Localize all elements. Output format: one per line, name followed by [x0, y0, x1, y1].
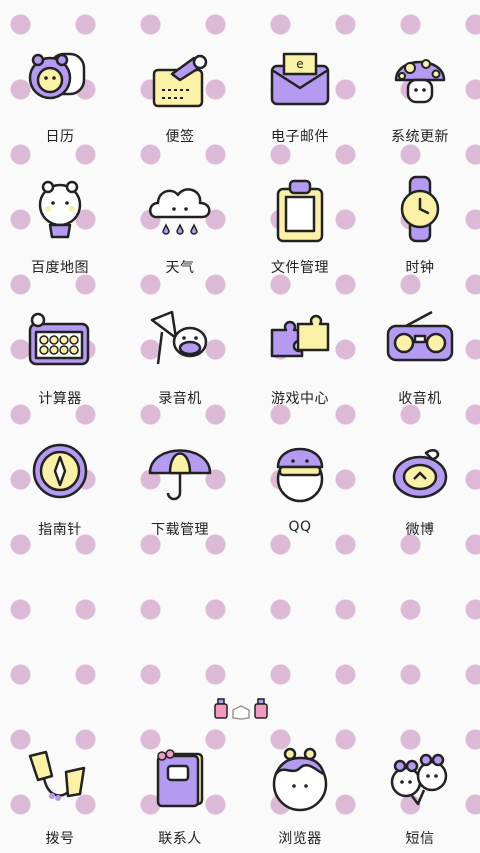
page-dot-icon	[254, 698, 268, 719]
app-baidu-map[interactable]: 百度地图	[0, 171, 120, 302]
app-label: 指南针	[38, 522, 82, 538]
app-label: 便签	[165, 129, 195, 145]
qq-penguin-icon	[262, 433, 338, 509]
app-label: 天气	[165, 260, 195, 276]
app-label: 时钟	[405, 260, 435, 276]
app-label: 短信	[405, 831, 435, 847]
abacus-calculator-icon	[22, 302, 98, 378]
app-label: 联系人	[158, 831, 202, 847]
app-compass[interactable]: 指南针	[0, 433, 120, 564]
app-calendar[interactable]: 日历	[0, 40, 120, 171]
mushroom-update-icon	[382, 40, 458, 116]
app-row: 计算器 录音机 游戏中心 收音机	[0, 302, 480, 433]
app-dialer[interactable]: 拨号	[0, 742, 120, 850]
app-label: 电子邮件	[271, 129, 329, 145]
messages-bunnies-icon	[382, 742, 458, 818]
app-qq[interactable]: QQ	[240, 433, 360, 564]
app-label: 百度地图	[31, 260, 89, 276]
wristwatch-icon	[382, 171, 458, 247]
app-label: 计算器	[38, 391, 82, 407]
recorder-cow-icon	[142, 302, 218, 378]
app-system-update[interactable]: 系统更新	[360, 40, 480, 171]
app-label: 录音机	[158, 391, 202, 407]
app-weather[interactable]: 天气	[120, 171, 240, 302]
app-label: QQ	[288, 519, 312, 535]
app-label: 游戏中心	[271, 391, 329, 407]
app-label: 收音机	[398, 391, 442, 407]
dock: 拨号 联系人 浏览器 短信	[0, 742, 480, 850]
app-recorder[interactable]: 录音机	[120, 302, 240, 433]
app-label: 文件管理	[271, 260, 329, 276]
app-weibo[interactable]: 微博	[360, 433, 480, 564]
boombox-radio-icon	[382, 302, 458, 378]
app-grid: 日历 便签 e 电子邮件 系统更新 百度地图 天气 文件管理 时钟 计算器 录音…	[0, 40, 480, 564]
app-contacts[interactable]: 联系人	[120, 742, 240, 850]
app-row: 指南针 下载管理 QQ 微博	[0, 433, 480, 564]
app-browser[interactable]: 浏览器	[240, 742, 360, 850]
page-dot-icon	[214, 698, 228, 719]
notes-icon	[142, 40, 218, 116]
umbrella-download-icon	[142, 433, 218, 509]
app-email[interactable]: e 电子邮件	[240, 40, 360, 171]
compass-icon	[22, 433, 98, 509]
app-label: 下载管理	[151, 522, 209, 538]
page-indicator[interactable]	[214, 692, 268, 720]
app-clock[interactable]: 时钟	[360, 171, 480, 302]
app-file-manager[interactable]: 文件管理	[240, 171, 360, 302]
map-hot-air-balloon-icon	[22, 171, 98, 247]
email-envelope-icon: e	[262, 40, 338, 116]
svg-text:e: e	[296, 57, 303, 71]
app-calculator[interactable]: 计算器	[0, 302, 120, 433]
browser-globe-icon	[262, 742, 338, 818]
calendar-hamster-icon	[22, 40, 98, 116]
app-download-manager[interactable]: 下载管理	[120, 433, 240, 564]
app-label: 系统更新	[391, 129, 449, 145]
app-game-center[interactable]: 游戏中心	[240, 302, 360, 433]
app-label: 日历	[45, 129, 75, 145]
app-radio[interactable]: 收音机	[360, 302, 480, 433]
app-row: 日历 便签 e 电子邮件 系统更新	[0, 40, 480, 171]
puzzle-game-icon	[262, 302, 338, 378]
app-notes[interactable]: 便签	[120, 40, 240, 171]
app-label: 浏览器	[278, 831, 322, 847]
phone-cups-icon	[22, 742, 98, 818]
app-row: 百度地图 天气 文件管理 时钟	[0, 171, 480, 302]
clipboard-files-icon	[262, 171, 338, 247]
weather-cloud-icon	[142, 171, 218, 247]
app-messages[interactable]: 短信	[360, 742, 480, 850]
weibo-pouch-icon	[382, 433, 458, 509]
app-label: 拨号	[45, 831, 75, 847]
app-label: 微博	[405, 522, 435, 538]
contacts-book-icon	[142, 742, 218, 818]
page-dot-active-icon	[232, 705, 250, 720]
